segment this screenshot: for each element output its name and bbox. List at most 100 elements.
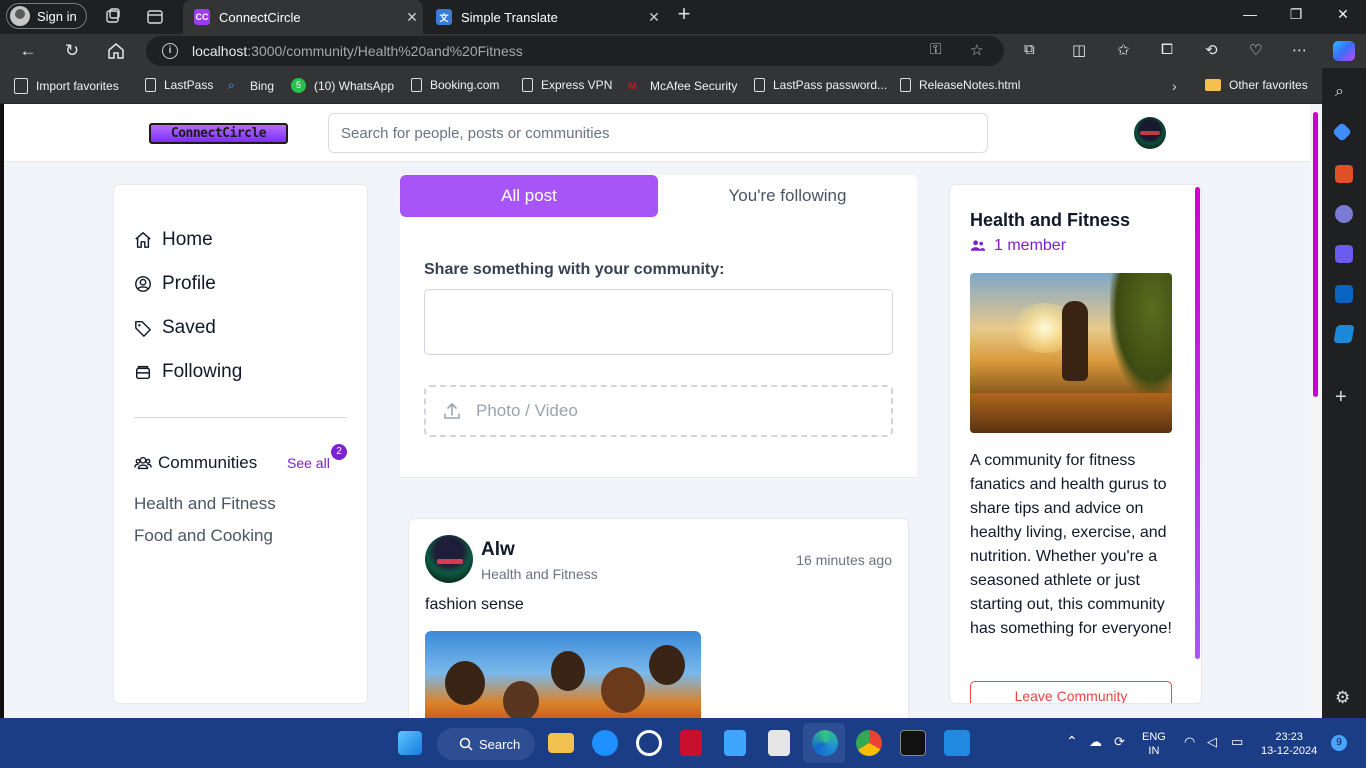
help-icon[interactable] [592,730,618,756]
doc-icon [900,78,911,92]
bookmark-lastpass[interactable]: LastPass [145,78,213,92]
add-sidebar-icon[interactable]: + [1335,387,1353,407]
card-scrollbar[interactable] [1195,187,1200,659]
back-icon[interactable]: ← [18,41,38,61]
terminal-icon[interactable] [900,730,926,756]
more-menu-icon[interactable]: ⋯ [1292,41,1307,59]
new-tab-button[interactable]: + [672,3,696,27]
file-explorer-icon[interactable] [548,733,574,753]
games-icon[interactable] [1335,205,1353,223]
favorites-icon[interactable]: ✩ [1117,41,1130,59]
history-icon[interactable]: ⟲ [1205,41,1218,59]
bookmark-import-favorites[interactable]: Import favorites [14,78,119,94]
split-screen-icon[interactable]: ◫ [1072,41,1086,59]
home-browser-icon[interactable] [106,41,126,61]
other-favorites[interactable]: Other favorites [1205,78,1308,92]
outlook-icon[interactable] [1335,285,1353,303]
search-input[interactable] [328,113,988,153]
user-avatar[interactable] [1134,117,1166,149]
tab-following[interactable]: You're following [658,175,917,217]
restore-icon[interactable]: ❐ [1285,6,1307,23]
password-key-icon[interactable]: ⚿ [930,41,941,58]
tag-icon [135,320,151,337]
chrome-icon[interactable] [856,730,882,756]
chevron-right-icon[interactable]: › [1172,78,1177,94]
taskbar-search[interactable]: Search [437,728,535,760]
mcafee-icon: ᴍ [628,78,637,92]
nav-profile[interactable]: Profile [134,273,216,295]
bookmark-lastpass-password[interactable]: LastPass password... [754,78,887,92]
tab-simple-translate[interactable]: 文 Simple Translate ✕ [425,0,665,34]
send-icon[interactable] [1333,325,1355,343]
close-tab-icon[interactable]: ✕ [643,9,665,26]
leave-community-button[interactable]: Leave Community [970,681,1172,703]
post-community[interactable]: Health and Fitness [481,566,598,582]
notepad-icon[interactable] [724,730,746,756]
tab-connectcircle[interactable]: CC ConnectCircle ✕ [183,0,423,34]
wifi-icon[interactable]: ◠ [1184,735,1195,749]
community-link[interactable]: Food and Cooking [134,526,273,546]
close-tab-icon[interactable]: ✕ [401,9,423,26]
bookmark-releasenotes[interactable]: ReleaseNotes.html [900,78,1020,92]
page-viewport: ConnectCircle Home Profile Saved Followi… [4,104,1310,718]
scrollbar-thumb[interactable] [1313,112,1318,397]
edge-icon[interactable] [812,730,838,756]
settings-gear-icon[interactable]: ⚙ [1335,689,1353,707]
app-logo[interactable]: ConnectCircle [149,123,288,144]
community-title: Health and Fitness [970,210,1131,230]
copilot-sidebar-icon[interactable] [1335,245,1353,263]
url-bar[interactable]: i localhost:3000/community/Health%20and%… [146,36,1004,66]
nav-saved[interactable]: Saved [134,317,216,339]
volume-icon[interactable]: ◁ [1207,735,1217,749]
cloud-icon[interactable]: ☁ [1089,735,1102,749]
bookmark-whatsapp[interactable]: 5 (10) WhatsApp [291,78,394,93]
post-image[interactable] [425,631,701,718]
performance-icon[interactable]: ♡ [1249,41,1262,59]
chevron-up-icon[interactable]: ⌃ [1066,734,1078,748]
app-header: ConnectCircle [4,104,1310,162]
bookmark-express-vpn[interactable]: Express VPN [522,78,612,92]
address-bar-row: ← ↻ i localhost:3000/community/Health%20… [0,34,1366,68]
notification-badge[interactable]: 9 [1331,735,1347,751]
nav-following[interactable]: Following [134,361,242,383]
nav-home[interactable]: Home [134,229,213,251]
document-icon[interactable] [768,730,790,756]
extensions-icon[interactable]: ⧉ [1024,41,1035,58]
post-author-avatar[interactable] [425,535,473,583]
language-indicator[interactable]: ENG IN [1142,730,1166,758]
clock[interactable]: 23:23 13-12-2024 [1261,730,1317,758]
windows-start-icon[interactable] [398,731,422,755]
mcafee-taskbar-icon[interactable] [680,730,702,756]
see-all-link[interactable]: See all [287,455,330,471]
close-window-icon[interactable]: ✕ [1332,6,1354,23]
site-info-icon[interactable]: i [162,43,178,59]
tab-all-post[interactable]: All post [400,175,658,217]
collections-icon[interactable]: ⧠ [1161,41,1173,58]
tools-icon[interactable] [1335,165,1353,183]
post-text: fashion sense [425,596,524,613]
doc-icon [522,78,533,92]
nav-following-label: Following [162,361,243,382]
photo-video-upload[interactable]: Photo / Video [424,385,893,437]
page-scrollbar[interactable] [1310,104,1322,718]
bookmark-mcafee[interactable]: ᴍ McAfee Security [628,78,737,94]
bookmark-bing[interactable]: ⌕ Bing [228,78,274,94]
nav-home-label: Home [162,229,213,250]
search-sidebar-icon[interactable]: ⌕ [1335,83,1353,101]
sign-in-button[interactable]: Sign in [6,3,87,29]
post-author-name[interactable]: Alw [481,539,515,561]
post-textarea[interactable] [424,289,893,355]
battery-icon[interactable]: ▭ [1231,735,1243,749]
workspaces-icon[interactable] [103,7,123,27]
sync-icon[interactable]: ⟳ [1114,735,1125,749]
app-icon[interactable] [636,730,662,756]
search-icon: ⌕ [228,78,235,92]
community-link[interactable]: Health and Fitness [134,494,276,514]
favorite-star-icon[interactable]: ☆ [970,41,983,59]
minimize-icon[interactable]: — [1239,6,1261,22]
bookmark-booking[interactable]: Booking.com [411,78,499,92]
copilot-icon[interactable] [1333,41,1355,61]
refresh-icon[interactable]: ↻ [62,41,82,61]
vscode-icon[interactable] [944,730,970,756]
tab-actions-icon[interactable] [145,7,165,27]
